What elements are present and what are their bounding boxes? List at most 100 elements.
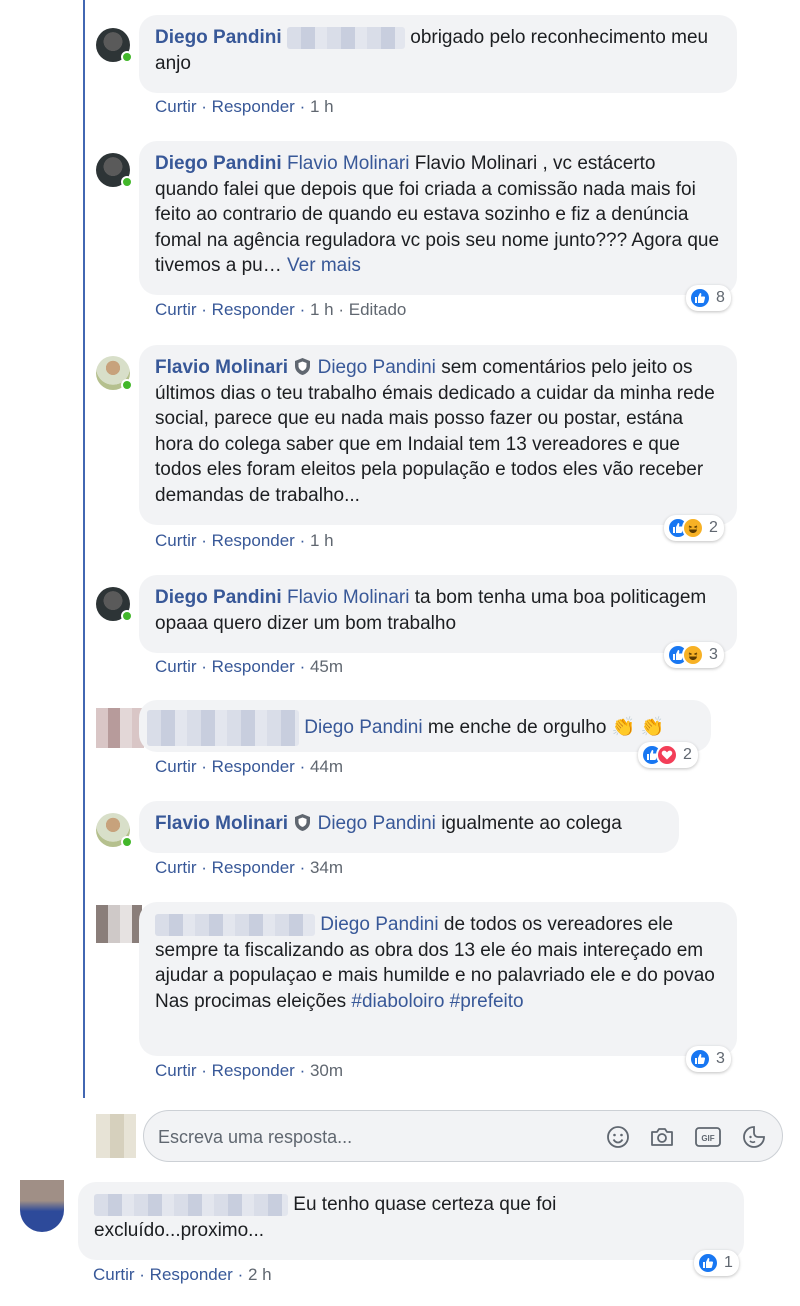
comment-actions: Curtir · Responder · 30m xyxy=(155,1061,344,1080)
mention-link[interactable]: Diego Pandini xyxy=(304,717,422,738)
like-link[interactable]: Curtir xyxy=(155,858,197,877)
online-status-icon xyxy=(121,836,133,848)
like-link[interactable]: Curtir xyxy=(155,97,197,116)
avatar[interactable] xyxy=(96,708,144,748)
reactions-summary[interactable]: 3 xyxy=(686,1046,731,1072)
comment-bubble: Diego Pandini me enche de orgulho 👏 👏 xyxy=(139,700,711,752)
see-more-link[interactable]: Ver mais xyxy=(287,255,361,276)
reaction-count: 2 xyxy=(683,746,692,763)
mention-link[interactable]: Diego Pandini xyxy=(320,914,438,935)
mention-link[interactable]: Diego Pandini xyxy=(318,357,436,378)
comment-actions: Curtir · Responder · 34m xyxy=(155,858,344,877)
like-reaction-icon xyxy=(689,287,711,309)
like-link[interactable]: Curtir xyxy=(155,531,197,550)
gif-icon[interactable]: GIF xyxy=(694,1123,722,1151)
redacted-name xyxy=(155,913,315,936)
comment-text: igualmente ao colega xyxy=(441,813,622,834)
online-status-icon xyxy=(121,379,133,391)
comment-bubble: Diego Pandini obrigado pelo reconhecimen… xyxy=(139,15,737,93)
reactions-summary[interactable]: 2 xyxy=(638,742,698,768)
comment-author[interactable]: Diego Pandini xyxy=(155,587,282,608)
reactions-summary[interactable]: 2 xyxy=(664,515,724,541)
comment-author[interactable]: Diego Pandini xyxy=(155,153,282,174)
clapping-emoji: 👏 👏 xyxy=(611,717,665,739)
redacted-name xyxy=(147,710,299,746)
avatar[interactable] xyxy=(96,28,133,63)
camera-icon[interactable] xyxy=(648,1123,676,1151)
reactions-summary[interactable]: 3 xyxy=(664,642,724,668)
reply-link[interactable]: Responder xyxy=(212,657,295,676)
mention-link[interactable]: Diego Pandini xyxy=(318,813,436,834)
hashtag-link[interactable]: #prefeito xyxy=(450,991,524,1012)
avatar[interactable] xyxy=(96,153,133,188)
redacted-name xyxy=(94,1193,288,1216)
reply-link[interactable]: Responder xyxy=(212,757,295,776)
reply-composer[interactable]: GIF xyxy=(143,1110,783,1162)
thread-line xyxy=(83,0,85,1098)
haha-reaction-icon xyxy=(682,644,704,666)
reply-link[interactable]: Responder xyxy=(150,1265,233,1284)
reactions-summary[interactable]: 1 xyxy=(694,1250,739,1276)
timestamp[interactable]: 44m xyxy=(310,757,343,776)
timestamp[interactable]: 1 h xyxy=(310,97,334,116)
timestamp[interactable]: 1 h xyxy=(310,531,334,550)
timestamp[interactable]: 34m xyxy=(310,858,343,877)
comment-bubble: Diego Pandini de todos os vereadores ele… xyxy=(139,902,737,1056)
sticker-icon[interactable] xyxy=(740,1123,768,1151)
comment-bubble: Diego Pandini Flavio Molinari ta bom ten… xyxy=(139,575,737,653)
reply-link[interactable]: Responder xyxy=(212,858,295,877)
like-link[interactable]: Curtir xyxy=(155,657,197,676)
reply-link[interactable]: Responder xyxy=(212,300,295,319)
timestamp[interactable]: 1 h xyxy=(310,300,334,319)
comment-author[interactable]: Diego Pandini xyxy=(155,27,282,48)
avatar[interactable] xyxy=(96,905,142,943)
hashtag-link[interactable]: #diaboloiro xyxy=(351,991,444,1012)
reply-link[interactable]: Responder xyxy=(212,531,295,550)
comment-author[interactable]: Flavio Molinari xyxy=(155,357,288,378)
reply-link[interactable]: Responder xyxy=(212,97,295,116)
avatar[interactable] xyxy=(20,1180,64,1232)
current-user-avatar xyxy=(96,1114,136,1158)
reply-link[interactable]: Responder xyxy=(212,1061,295,1080)
comment-bubble: Flavio Molinari Diego Pandini sem coment… xyxy=(139,345,737,525)
reactions-summary[interactable]: 8 xyxy=(686,285,731,311)
comment-text-line2: Nas procimas eleições xyxy=(155,990,347,1012)
like-link[interactable]: Curtir xyxy=(155,757,197,776)
comment-text: sem comentários pelo jeito os últimos di… xyxy=(155,357,715,506)
online-status-icon xyxy=(121,610,133,622)
comment-bubble: Flavio Molinari Diego Pandini igualmente… xyxy=(139,801,679,853)
svg-text:GIF: GIF xyxy=(701,1134,714,1143)
edited-label[interactable]: Editado xyxy=(349,300,407,319)
like-link[interactable]: Curtir xyxy=(155,300,197,319)
like-reaction-icon xyxy=(697,1252,719,1274)
online-status-icon xyxy=(121,51,133,63)
reaction-count: 1 xyxy=(724,1254,733,1271)
mention-link[interactable]: Flavio Molinari xyxy=(287,587,409,608)
timestamp[interactable]: 2 h xyxy=(248,1265,272,1284)
comment-actions: Curtir · Responder · 1 h · Editado xyxy=(155,300,407,319)
comment-actions: Curtir · Responder · 44m xyxy=(155,757,344,776)
comment-author[interactable]: Flavio Molinari xyxy=(155,813,288,834)
comment-bubble: Eu tenho quase certeza que foi excluído.… xyxy=(78,1182,744,1260)
reaction-count: 3 xyxy=(709,646,718,663)
emoji-icon[interactable] xyxy=(604,1123,632,1151)
redacted-name xyxy=(286,26,405,49)
avatar[interactable] xyxy=(96,587,133,622)
timestamp[interactable]: 30m xyxy=(310,1061,343,1080)
reply-input[interactable] xyxy=(158,1123,578,1151)
timestamp[interactable]: 45m xyxy=(310,657,343,676)
like-link[interactable]: Curtir xyxy=(155,1061,197,1080)
comment-bubble: Diego Pandini Flavio Molinari Flavio Mol… xyxy=(139,141,737,295)
comment-text: me enche de orgulho xyxy=(427,717,607,739)
comment-actions: Curtir · Responder · 45m xyxy=(155,657,344,676)
like-link[interactable]: Curtir xyxy=(93,1265,135,1284)
like-reaction-icon xyxy=(689,1048,711,1070)
avatar[interactable] xyxy=(96,813,133,848)
love-reaction-icon xyxy=(656,744,678,766)
comment-actions: Curtir · Responder · 1 h xyxy=(155,97,334,116)
avatar[interactable] xyxy=(96,356,133,391)
online-status-icon xyxy=(121,176,133,188)
mention-link[interactable]: Flavio Molinari xyxy=(287,153,409,174)
reaction-count: 8 xyxy=(716,289,725,306)
admin-badge-icon xyxy=(295,814,311,831)
